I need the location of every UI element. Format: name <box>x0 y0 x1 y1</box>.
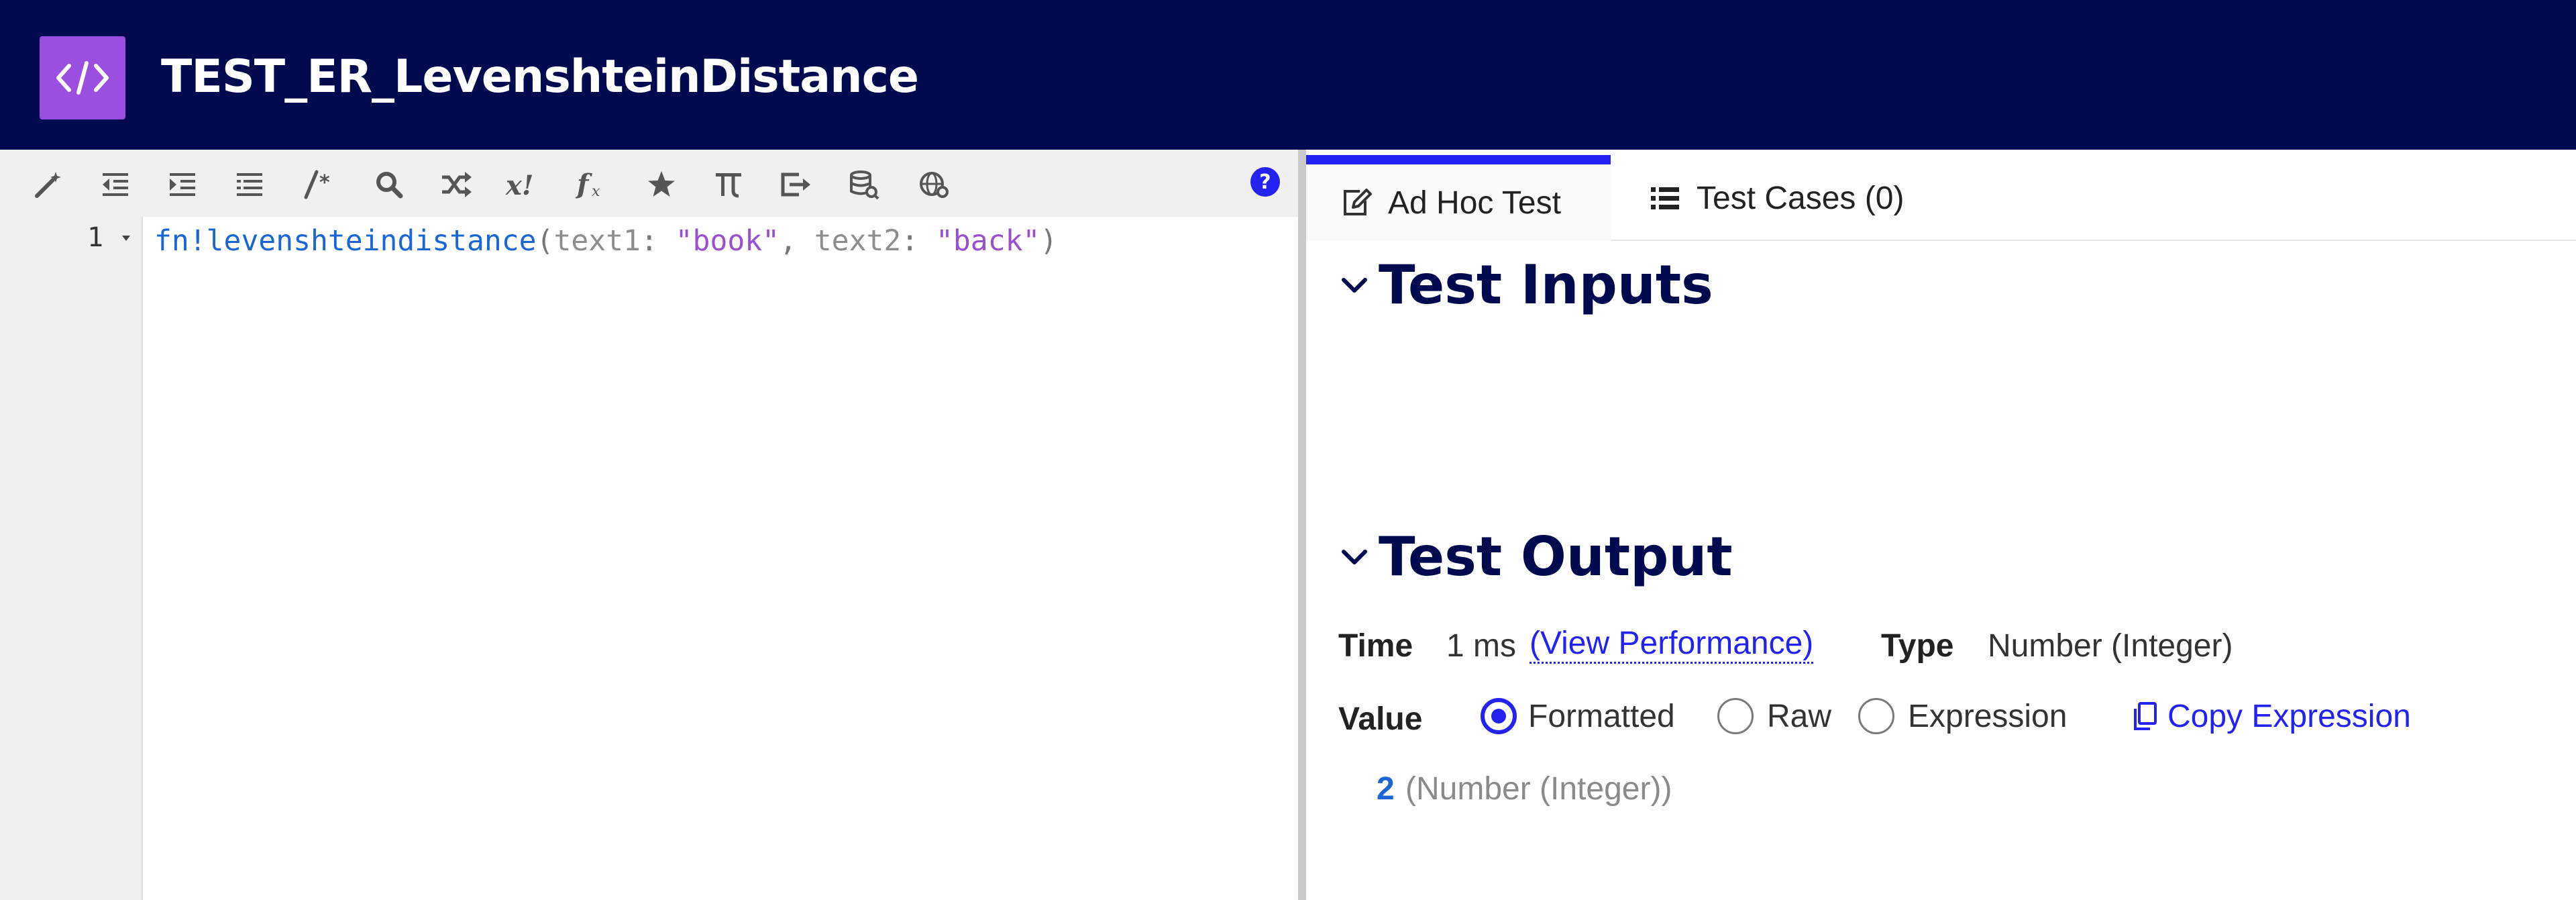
copy-expression-link[interactable]: Copy Expression <box>2130 698 2411 735</box>
code-comma: , <box>780 224 814 258</box>
code-colon: : <box>640 224 676 258</box>
pane-splitter[interactable] <box>1298 150 1306 900</box>
comment-icon[interactable]: * <box>303 166 341 203</box>
export-icon[interactable] <box>777 166 814 203</box>
code-open-paren: ( <box>536 224 554 258</box>
expression-editor[interactable]: * x! fx ? 1 fn!levenshteindistance(text1… <box>0 150 1298 900</box>
time-label: Time <box>1338 628 1413 664</box>
help-icon[interactable]: ? <box>1249 166 1284 201</box>
tab-ad-hoc-test[interactable]: Ad Hoc Test <box>1306 155 1611 241</box>
magic-wand-icon[interactable] <box>30 166 67 203</box>
editor-toolbar: * x! fx ? <box>0 150 1298 217</box>
app-header: TEST_ER_LevenshteinDistance <box>0 0 2576 150</box>
list-icon <box>1648 181 1682 215</box>
code-string-back: "back" <box>936 224 1040 258</box>
page-title: TEST_ER_LevenshteinDistance <box>161 50 919 103</box>
code-colon: : <box>901 224 936 258</box>
globe-icon[interactable] <box>915 166 953 203</box>
code-param-text2: text2 <box>814 224 902 258</box>
copy-icon <box>2130 701 2159 733</box>
chevron-down-icon <box>1340 542 1369 572</box>
line-gutter <box>0 217 143 900</box>
radio-raw[interactable] <box>1717 698 1754 734</box>
line-number: 1 <box>87 222 104 253</box>
shuffle-icon[interactable] <box>437 166 475 203</box>
pi-icon[interactable] <box>710 166 747 203</box>
code-string-book: "book" <box>675 224 780 258</box>
result-type: (Number (Integer)) <box>1405 771 1672 807</box>
local-variable-icon[interactable]: x! <box>504 166 542 203</box>
type-value: Number (Integer) <box>1988 628 2233 664</box>
fold-arrow-icon[interactable] <box>121 233 131 244</box>
svg-text:x!: x! <box>505 170 533 200</box>
tab-label: Test Cases (0) <box>1697 180 1904 216</box>
svg-text:f: f <box>576 169 592 200</box>
radio-raw-label[interactable]: Raw <box>1767 698 1831 735</box>
star-icon[interactable] <box>643 166 680 203</box>
list-icon[interactable] <box>231 166 268 203</box>
copy-expression-label: Copy Expression <box>2167 699 2411 734</box>
outdent-icon[interactable] <box>97 166 134 203</box>
code-param-text1: text1 <box>553 224 641 258</box>
time-value: 1 ms <box>1446 628 1517 664</box>
chevron-down-icon <box>1340 270 1369 300</box>
function-icon[interactable]: fx <box>576 166 613 203</box>
radio-formatted-label[interactable]: Formatted <box>1528 698 1675 735</box>
test-output-heading[interactable]: Test Output <box>1340 526 1733 588</box>
svg-text:*: * <box>319 171 330 195</box>
radio-expression[interactable] <box>1858 698 1894 734</box>
test-tabs: Ad Hoc Test Test Cases (0) <box>1306 150 2576 241</box>
search-icon[interactable] <box>370 166 408 203</box>
test-inputs-heading[interactable]: Test Inputs <box>1340 254 1713 316</box>
view-performance-link[interactable]: (View Performance) <box>1529 626 1814 664</box>
svg-text:?: ? <box>1259 170 1271 194</box>
edit-icon <box>1340 186 1373 219</box>
tab-test-cases[interactable]: Test Cases (0) <box>1648 155 1904 241</box>
value-label: Value <box>1338 701 1423 737</box>
code-brackets-icon <box>40 36 125 119</box>
section-title: Test Output <box>1379 526 1733 588</box>
radio-expression-label[interactable]: Expression <box>1908 698 2067 735</box>
code-close-paren: ) <box>1040 224 1058 258</box>
result-value: 2 <box>1377 771 1395 807</box>
svg-text:x: x <box>592 183 600 200</box>
section-title: Test Inputs <box>1379 254 1713 316</box>
database-icon[interactable] <box>845 166 883 203</box>
code-function: fn!levenshteindistance <box>154 224 537 258</box>
code-line[interactable]: fn!levenshteindistance(text1: "book", te… <box>154 219 1057 262</box>
radio-formatted[interactable] <box>1481 698 1517 734</box>
tab-label: Ad Hoc Test <box>1388 185 1561 221</box>
type-label: Type <box>1881 628 1954 664</box>
indent-icon[interactable] <box>164 166 201 203</box>
